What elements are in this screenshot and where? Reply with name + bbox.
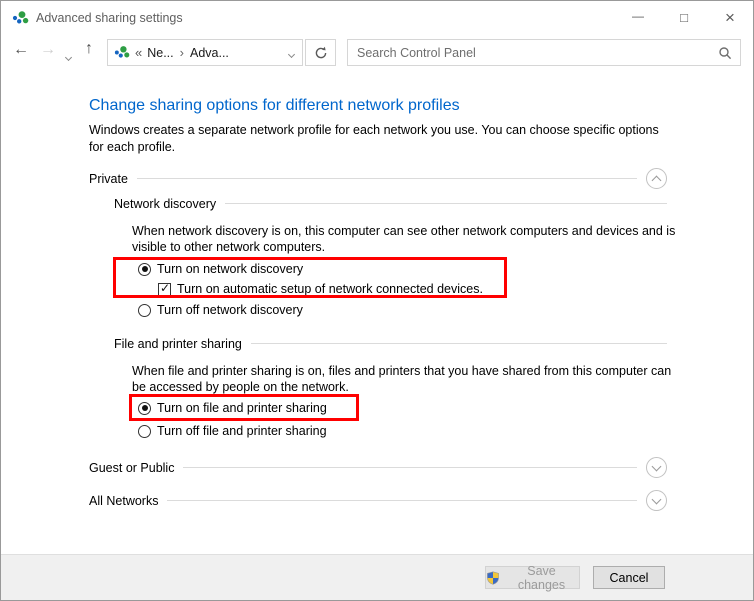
option-turn-off-network-discovery[interactable]: Turn off network discovery xyxy=(138,302,303,318)
section-guest-or-public: Guest or Public xyxy=(89,457,667,478)
advanced-sharing-settings-window: Advanced sharing settings — □ × ← → ↑ « … xyxy=(0,0,754,601)
forward-arrow-icon: → xyxy=(40,41,56,58)
expand-guest-or-public-button[interactable] xyxy=(646,457,667,478)
divider xyxy=(250,343,667,344)
network-discovery-description: When network discovery is on, this compu… xyxy=(132,224,676,254)
divider xyxy=(225,203,667,204)
search-icon[interactable] xyxy=(718,46,732,60)
uac-shield-icon xyxy=(486,570,500,585)
radio-turn-off-file-printer-sharing[interactable] xyxy=(138,424,151,438)
maximize-button[interactable]: □ xyxy=(661,1,707,34)
divider xyxy=(183,467,637,468)
section-guest-or-public-label: Guest or Public xyxy=(89,460,175,475)
close-button[interactable]: × xyxy=(707,1,753,34)
divider xyxy=(136,178,637,179)
option-auto-setup-devices[interactable]: Turn on automatic setup of network conne… xyxy=(158,281,483,297)
minimize-button[interactable]: — xyxy=(615,1,661,34)
page-intro-text: Windows creates a separate network profi… xyxy=(89,123,659,154)
close-icon: × xyxy=(725,7,735,27)
subsection-file-printer-sharing: File and printer sharing xyxy=(114,333,667,354)
breadcrumb-separator-icon: › xyxy=(179,45,184,60)
section-all-networks: All Networks xyxy=(89,490,667,511)
collapse-private-button[interactable] xyxy=(646,168,667,189)
cancel-button[interactable]: Cancel xyxy=(593,566,665,589)
chevron-down-icon xyxy=(651,494,662,504)
search-input[interactable] xyxy=(348,40,740,65)
breadcrumb-advanced-sharing[interactable]: Adva... xyxy=(188,46,231,60)
file-printer-sharing-description: When file and printer sharing is on, fil… xyxy=(132,364,672,394)
radio-turn-off-network-discovery[interactable] xyxy=(138,303,151,317)
back-button[interactable]: ← xyxy=(13,41,29,59)
up-arrow-icon: ↑ xyxy=(85,40,93,57)
divider xyxy=(167,500,637,501)
save-changes-label: Save changes xyxy=(517,563,566,592)
chevron-down-icon xyxy=(64,53,73,62)
subsection-network-discovery: Network discovery xyxy=(114,193,667,214)
window-title: Advanced sharing settings xyxy=(36,10,183,25)
chevron-down-icon xyxy=(287,50,296,59)
address-sharing-icon xyxy=(114,45,130,60)
window-controls: — □ × xyxy=(615,1,753,34)
up-button[interactable]: ↑ xyxy=(85,40,93,58)
radio-turn-on-network-discovery[interactable] xyxy=(138,262,151,276)
save-changes-button[interactable]: Save changes xyxy=(485,563,580,592)
forward-button[interactable]: → xyxy=(40,41,56,59)
cancel-label: Cancel xyxy=(609,570,649,585)
option-turn-on-file-printer-sharing[interactable]: Turn on file and printer sharing xyxy=(138,400,327,416)
breadcrumb-network[interactable]: Ne... xyxy=(145,46,175,60)
chevron-up-icon xyxy=(651,175,662,186)
search-box xyxy=(347,39,741,66)
file-printer-sharing-title: File and printer sharing xyxy=(114,336,242,351)
refresh-icon xyxy=(314,46,328,60)
section-private-label: Private xyxy=(89,171,128,186)
sharing-app-icon xyxy=(12,10,29,26)
page-title: Change sharing options for different net… xyxy=(89,97,460,114)
refresh-button[interactable] xyxy=(305,39,336,66)
radio-turn-on-file-printer-sharing[interactable] xyxy=(138,401,151,415)
address-bar[interactable]: « Ne... › Adva... xyxy=(107,39,303,66)
minimize-icon: — xyxy=(632,8,644,23)
chevron-down-icon xyxy=(651,461,662,471)
back-arrow-icon: ← xyxy=(13,41,29,58)
option-turn-on-network-discovery[interactable]: Turn on network discovery xyxy=(138,261,303,277)
checkbox-auto-setup-devices[interactable] xyxy=(158,282,171,296)
breadcrumb-overflow-icon[interactable]: « xyxy=(135,45,142,60)
network-discovery-title: Network discovery xyxy=(114,196,217,211)
option-turn-off-file-printer-sharing[interactable]: Turn off file and printer sharing xyxy=(138,423,327,439)
footer-bar: Save changes Cancel xyxy=(1,554,753,600)
address-dropdown-button[interactable] xyxy=(287,45,296,60)
title-bar: Advanced sharing settings — □ × xyxy=(1,1,753,34)
section-private: Private xyxy=(89,168,667,189)
maximize-icon: □ xyxy=(680,10,688,25)
recent-pages-button[interactable] xyxy=(64,48,73,63)
expand-all-networks-button[interactable] xyxy=(646,490,667,511)
section-all-networks-label: All Networks xyxy=(89,493,159,508)
navigation-bar: ← → ↑ « Ne... › Adva... xyxy=(1,34,753,72)
